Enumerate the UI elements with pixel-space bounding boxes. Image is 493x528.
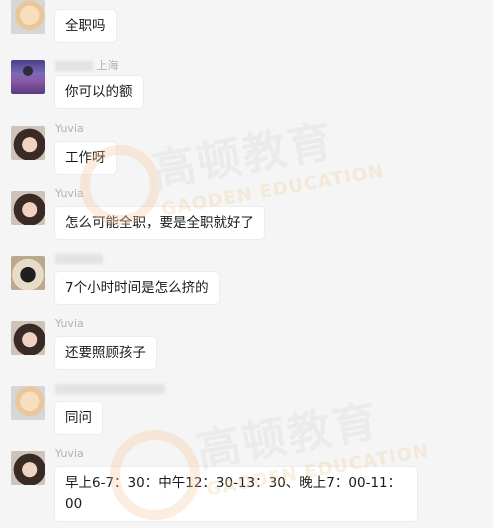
girl-avatar[interactable] [11,126,45,160]
sender-name [55,382,165,395]
baby-avatar[interactable] [11,386,45,420]
sender-name: Yuvia [55,122,84,135]
message-bubble[interactable]: 你可以的额 [55,76,143,108]
sender-name [55,252,103,265]
chat-message-list: 全职吗 上海 你可以的额 Yuvia 工作呀 Yuvia 怎么可能全职，要是全职… [0,0,493,528]
dog-avatar[interactable] [11,256,45,290]
message-bubble[interactable]: 怎么可能全职，要是全职就好了 [55,207,264,239]
girl-avatar[interactable] [11,191,45,225]
message-bubble[interactable]: 早上6-7：30：中午12：30-13：30、晚上7：00-11：00 [55,467,417,521]
message-bubble[interactable]: 还要照顾孩子 [55,337,156,369]
baby-avatar[interactable] [11,0,45,34]
girl-avatar[interactable] [11,321,45,355]
message-bubble[interactable]: 同问 [55,402,102,434]
message-bubble[interactable]: 全职吗 [55,10,116,42]
girl-avatar[interactable] [11,451,45,485]
sender-name: 上海 [55,57,119,73]
sender-name: Yuvia [55,317,84,330]
lavender-avatar[interactable] [11,60,45,94]
sender-name: Yuvia [55,187,84,200]
message-bubble[interactable]: 7个小时时间是怎么挤的 [55,272,219,304]
sender-name: Yuvia [55,447,84,460]
message-bubble[interactable]: 工作呀 [55,142,116,174]
